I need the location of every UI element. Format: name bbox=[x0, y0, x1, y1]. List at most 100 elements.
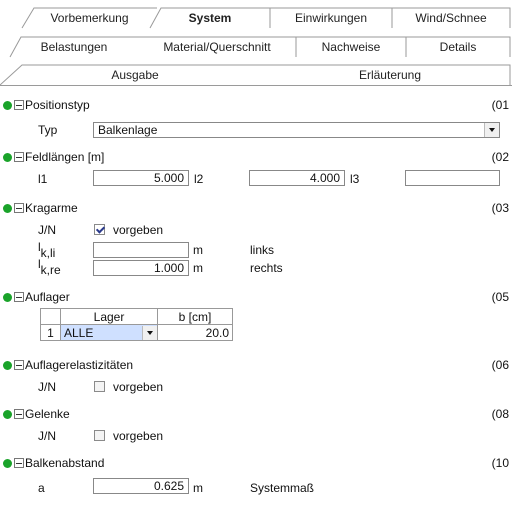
section-number: (10 bbox=[491, 456, 509, 470]
lk-re-input[interactable]: 1.000 bbox=[93, 260, 189, 276]
tab-details[interactable]: Details bbox=[406, 36, 511, 57]
tab-label: Wind/Schnee bbox=[415, 10, 487, 25]
section-title: Gelenke bbox=[25, 407, 70, 421]
tab-material-querschnitt[interactable]: Material/Querschnitt bbox=[138, 36, 297, 57]
auflagerelast-jn-label: J/N bbox=[38, 380, 56, 394]
gelenke-checkbox-label: vorgeben bbox=[113, 429, 164, 443]
tab-label: Details bbox=[439, 39, 477, 54]
status-dot-icon bbox=[3, 360, 12, 370]
column-header-lager: Lager bbox=[60, 308, 158, 325]
lk-li-side: links bbox=[250, 243, 275, 257]
section-title: Feldlängen [m] bbox=[25, 150, 105, 164]
lager-select[interactable]: ALLE bbox=[60, 324, 158, 341]
section-title: Positionstyp bbox=[25, 98, 90, 112]
table-header-row: Lager b [cm] bbox=[40, 308, 233, 325]
a-input[interactable]: 0.625 bbox=[93, 478, 189, 494]
kragarme-jn-label: J/N bbox=[38, 223, 56, 237]
tab-label: Belastungen bbox=[40, 39, 108, 54]
tab-row-1: Vorbemerkung System Einwirkungen Wind/Sc… bbox=[0, 7, 512, 29]
auflagerelast-checkbox[interactable] bbox=[94, 381, 105, 392]
tab-label: Nachweise bbox=[321, 39, 381, 54]
kragarme-checkbox[interactable] bbox=[94, 224, 105, 235]
section-title: Kragarme bbox=[25, 201, 78, 215]
table-corner-cell bbox=[40, 308, 61, 325]
a-unit: m bbox=[193, 481, 203, 495]
tab-wind-schnee[interactable]: Wind/Schnee bbox=[392, 7, 511, 28]
section-number: (03 bbox=[491, 201, 509, 215]
l1-input[interactable]: 5.000 bbox=[93, 170, 189, 186]
section-number: (02 bbox=[491, 150, 509, 164]
section-feldlaengen: Feldlängen [m] (02 bbox=[0, 149, 512, 165]
tab-belastungen[interactable]: Belastungen bbox=[9, 36, 138, 58]
collapse-icon[interactable] bbox=[14, 203, 24, 213]
l2-label: l2 bbox=[194, 172, 204, 186]
auflagerelast-checkbox-label: vorgeben bbox=[113, 380, 164, 394]
status-dot-icon bbox=[3, 292, 12, 302]
lager-select-value: ALLE bbox=[64, 325, 94, 340]
section-title: Auflagerelastizitäten bbox=[25, 358, 134, 372]
status-dot-icon bbox=[3, 152, 12, 162]
tab-row-2: Belastungen Material/Querschnitt Nachwei… bbox=[0, 36, 512, 58]
section-balkenabstand: Balkenabstand (10 bbox=[0, 455, 512, 471]
lk-re-side: rechts bbox=[250, 261, 283, 275]
section-positionstyp: Positionstyp (01 bbox=[0, 97, 512, 113]
tab-row-3: Ausgabe Erläuterung bbox=[0, 64, 512, 86]
section-number: (08 bbox=[491, 407, 509, 421]
section-number: (06 bbox=[491, 358, 509, 372]
tab-ausgabe[interactable]: Ausgabe bbox=[0, 64, 270, 86]
tab-system[interactable]: System bbox=[149, 7, 271, 29]
section-number: (01 bbox=[491, 98, 509, 112]
status-dot-icon bbox=[3, 458, 12, 468]
section-auflager: Auflager (05 bbox=[0, 289, 512, 305]
collapse-icon[interactable] bbox=[14, 292, 24, 302]
status-dot-icon bbox=[3, 100, 12, 110]
auflager-table: Lager b [cm] 1 ALLE 20.0 bbox=[40, 308, 233, 341]
lk-li-unit: m bbox=[193, 243, 203, 257]
lk-re-label: lk,re bbox=[38, 257, 61, 277]
collapse-icon[interactable] bbox=[14, 360, 24, 370]
collapse-icon[interactable] bbox=[14, 409, 24, 419]
tab-label: Ausgabe bbox=[111, 67, 159, 82]
typ-label: Typ bbox=[38, 123, 58, 137]
column-header-b: b [cm] bbox=[157, 308, 233, 325]
collapse-icon[interactable] bbox=[14, 100, 24, 110]
tab-nachweise[interactable]: Nachweise bbox=[296, 36, 407, 57]
section-number: (05 bbox=[491, 290, 509, 304]
l2-input[interactable]: 4.000 bbox=[249, 170, 345, 186]
section-title: Auflager bbox=[25, 290, 70, 304]
table-row: 1 ALLE 20.0 bbox=[40, 324, 233, 341]
collapse-icon[interactable] bbox=[14, 458, 24, 468]
b-input[interactable]: 20.0 bbox=[157, 324, 233, 341]
tab-label: System bbox=[188, 10, 232, 25]
l3-input[interactable] bbox=[405, 170, 500, 186]
tab-label: Einwirkungen bbox=[294, 10, 368, 25]
typ-select-value: Balkenlage bbox=[98, 123, 158, 137]
tab-label: Erläuterung bbox=[358, 67, 422, 82]
l3-label: l3 bbox=[350, 172, 360, 186]
tab-divider bbox=[0, 85, 512, 86]
lk-li-input[interactable] bbox=[93, 242, 189, 258]
status-dot-icon bbox=[3, 409, 12, 419]
section-kragarme: Kragarme (03 bbox=[0, 200, 512, 216]
a-label: a bbox=[38, 481, 45, 495]
chevron-down-icon[interactable] bbox=[484, 123, 499, 137]
tab-erlaeuterung[interactable]: Erläuterung bbox=[270, 64, 511, 85]
chevron-down-icon[interactable] bbox=[142, 326, 157, 340]
a-note: Systemmaß bbox=[250, 481, 315, 495]
section-gelenke: Gelenke (08 bbox=[0, 406, 512, 422]
kragarme-checkbox-label: vorgeben bbox=[113, 223, 164, 237]
section-title: Balkenabstand bbox=[25, 456, 105, 470]
typ-select[interactable]: Balkenlage bbox=[93, 122, 500, 138]
l1-label: l1 bbox=[38, 172, 48, 186]
status-dot-icon bbox=[3, 203, 12, 213]
collapse-icon[interactable] bbox=[14, 152, 24, 162]
section-auflagerelastizitaeten: Auflagerelastizitäten (06 bbox=[0, 357, 512, 373]
lk-re-unit: m bbox=[193, 261, 203, 275]
gelenke-jn-label: J/N bbox=[38, 429, 56, 443]
tab-vorbemerkung[interactable]: Vorbemerkung bbox=[21, 7, 157, 29]
tab-einwirkungen[interactable]: Einwirkungen bbox=[270, 7, 393, 28]
tab-label: Material/Querschnitt bbox=[163, 39, 271, 54]
gelenke-checkbox[interactable] bbox=[94, 430, 105, 441]
row-index: 1 bbox=[40, 324, 61, 341]
tab-label: Vorbemerkung bbox=[50, 10, 129, 25]
